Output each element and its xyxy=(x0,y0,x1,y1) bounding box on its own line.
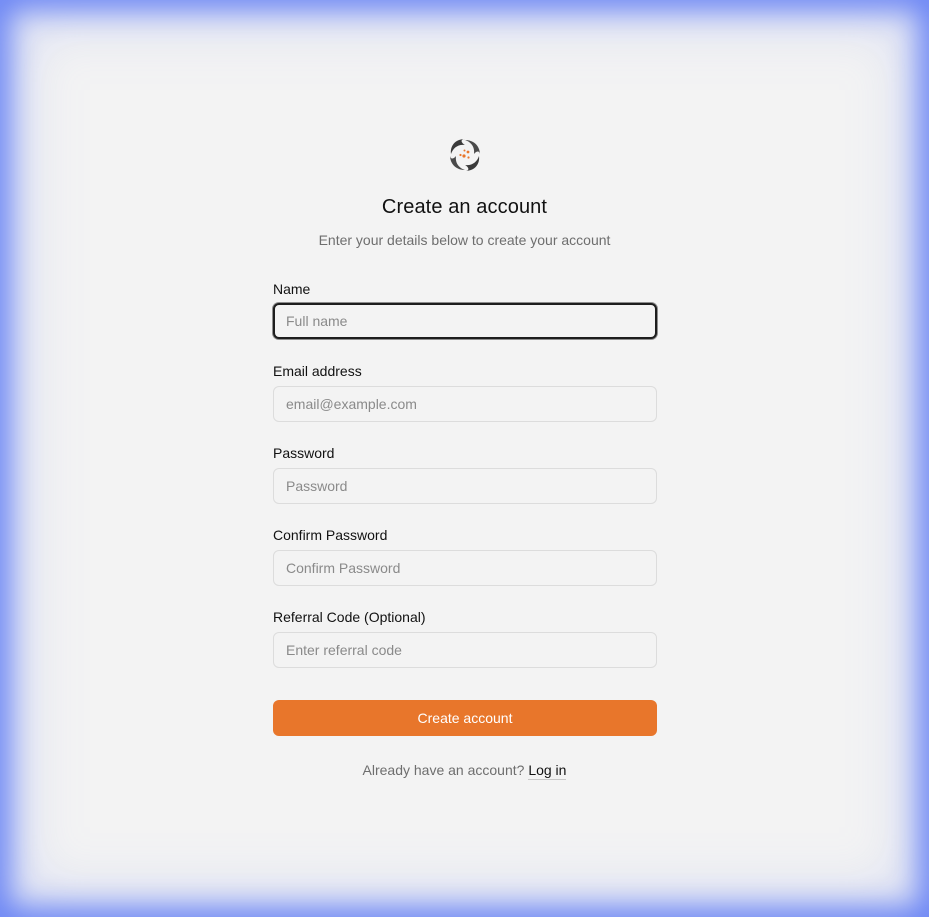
referral-code-label: Referral Code (Optional) xyxy=(273,609,426,625)
confirm-password-input[interactable] xyxy=(273,550,657,586)
page-title: Create an account xyxy=(381,196,548,218)
create-account-button[interactable]: Create account xyxy=(273,700,657,736)
password-label: Password xyxy=(273,445,335,461)
name-input[interactable] xyxy=(273,303,657,339)
email-input[interactable] xyxy=(273,386,657,422)
name-label: Name xyxy=(273,281,311,297)
swirl-logo-icon xyxy=(447,136,483,174)
email-label: Email address xyxy=(273,363,362,379)
password-input[interactable] xyxy=(273,468,657,504)
confirm-password-label: Confirm Password xyxy=(273,527,388,543)
referral-code-input[interactable] xyxy=(273,632,657,668)
login-link[interactable]: Log in xyxy=(528,762,567,780)
login-prompt-text: Already have an account? xyxy=(362,762,525,778)
page-subtitle: Enter your details below to create your … xyxy=(318,232,611,248)
login-prompt: Already have an account? Log in xyxy=(272,762,657,780)
